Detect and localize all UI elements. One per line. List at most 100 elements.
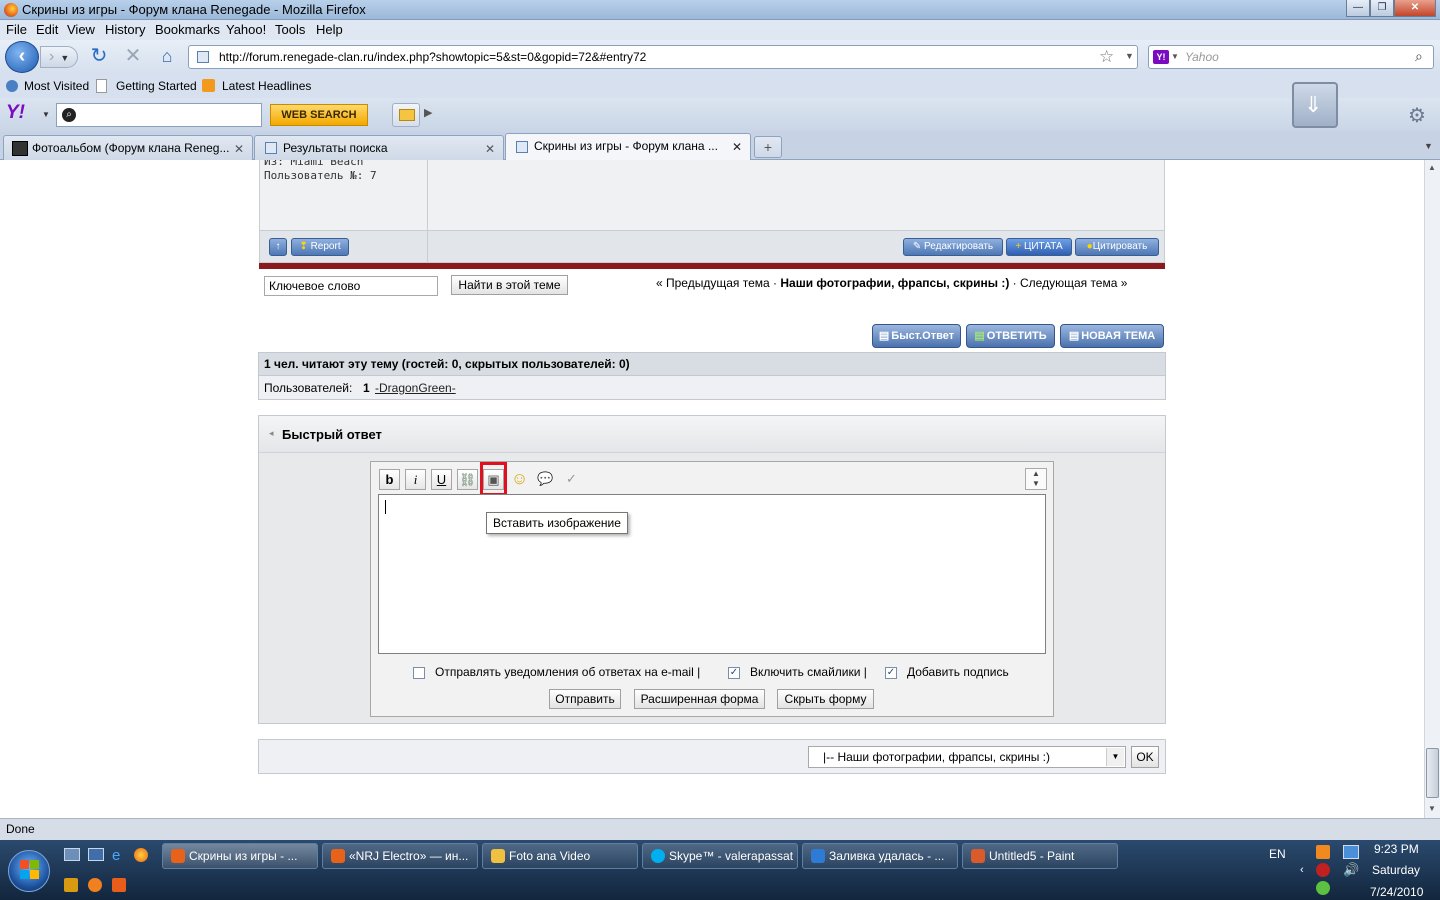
taskbar-item-firefox[interactable]: Скрины из игры - ... — [162, 843, 318, 869]
language-indicator[interactable]: EN — [1269, 847, 1286, 861]
reply-textarea[interactable] — [378, 494, 1046, 654]
select-dropdown-icon[interactable]: ▼ — [1106, 748, 1124, 766]
collapse-icon[interactable]: ◂ — [269, 428, 274, 439]
next-topic-link[interactable]: Следующая тема » — [1020, 276, 1127, 290]
resize-editor-icon[interactable]: ▲ ▼ — [1025, 468, 1047, 490]
tray-volume-icon[interactable]: 🔊 — [1343, 862, 1359, 878]
back-button[interactable]: ‹ — [5, 41, 39, 73]
settings-gear-icon[interactable]: ⚙ — [1408, 103, 1426, 128]
tray-skype-status-icon[interactable] — [1316, 881, 1330, 895]
tray-expand-icon[interactable]: ‹ — [1300, 864, 1304, 876]
edit-button[interactable]: ✎ Редактировать — [903, 238, 1003, 256]
bookmark-most-visited[interactable]: Most Visited — [24, 79, 89, 93]
underline-button[interactable]: U — [431, 469, 452, 490]
url-bar[interactable]: http://forum.renegade-clan.ru/index.php?… — [188, 45, 1138, 69]
quote-icon[interactable]: 💬 — [535, 469, 556, 490]
reader-user-link[interactable]: -DragonGreen- — [375, 381, 456, 395]
reload-icon[interactable]: ↻ — [88, 45, 110, 67]
topic-keyword-input[interactable]: Ключевое слово — [264, 276, 438, 296]
clock-time[interactable]: 9:23 PM — [1374, 842, 1419, 856]
menu-file[interactable]: File — [6, 22, 27, 37]
download-button[interactable]: ⇓ — [1292, 82, 1338, 128]
smiley-icon[interactable]: ☺ — [509, 469, 530, 490]
hide-form-button[interactable]: Скрыть форму — [777, 689, 874, 709]
taskbar-item-paint[interactable]: Untitled5 - Paint — [962, 843, 1118, 869]
bookmark-getting-started[interactable]: Getting Started — [116, 79, 197, 93]
tray-network-icon[interactable] — [1343, 845, 1359, 859]
show-desktop-icon[interactable] — [64, 848, 80, 861]
forward-button[interactable]: › ▼ — [40, 46, 78, 68]
ie-icon[interactable]: e — [112, 847, 120, 864]
report-button[interactable]: ❢ Report — [291, 238, 349, 256]
firefox-quicklaunch-icon[interactable] — [134, 848, 148, 862]
forum-jump-ok-button[interactable]: OK — [1131, 746, 1159, 768]
menu-history[interactable]: History — [105, 22, 145, 37]
engine-dropdown-icon[interactable]: ▼ — [1171, 52, 1179, 61]
send-button[interactable]: Отправить — [549, 689, 621, 709]
search-topic-button[interactable]: Найти в этой теме — [451, 275, 568, 295]
scroll-down-icon[interactable]: ▼ — [1428, 804, 1436, 813]
home-icon[interactable]: ⌂ — [156, 45, 178, 67]
menu-bookmarks[interactable]: Bookmarks — [155, 22, 220, 37]
post-top-button[interactable]: ↑ — [269, 238, 287, 256]
signature-checkbox[interactable]: ✓ — [885, 667, 897, 679]
tab-close-icon[interactable]: ✕ — [485, 142, 495, 156]
menu-edit[interactable]: Edit — [36, 22, 58, 37]
taskbar-item-foto[interactable]: Foto ana Video — [482, 843, 638, 869]
vertical-scrollbar[interactable]: ▲ ▼ — [1424, 160, 1440, 818]
stop-icon[interactable]: ✕ — [122, 45, 144, 67]
taskbar-item-upload[interactable]: Заливка удалась - ... — [802, 843, 958, 869]
start-button[interactable] — [8, 850, 50, 892]
bold-button[interactable]: b — [379, 469, 400, 490]
switch-windows-icon[interactable] — [88, 848, 104, 861]
toolbar-scroll-right-icon[interactable]: ▶ — [424, 106, 432, 119]
menu-view[interactable]: View — [67, 22, 95, 37]
menu-yahoo[interactable]: Yahoo! — [226, 22, 266, 37]
menu-help[interactable]: Help — [316, 22, 343, 37]
insert-link-button[interactable]: ⛓ — [457, 469, 478, 490]
yahoo-logo[interactable]: Y! — [6, 102, 36, 126]
yahoo-menu-icon[interactable]: ▼ — [42, 110, 50, 119]
minimize-button[interactable]: — — [1346, 0, 1370, 17]
app-quicklaunch-icon[interactable] — [88, 878, 102, 892]
tab-list-icon[interactable]: ▼ — [1424, 141, 1433, 151]
tab-photo-album[interactable]: Фотоальбом (Форум клана Reneg... ✕ — [3, 135, 253, 160]
taskbar-item-nrj[interactable]: «NRJ Electro» — ин... — [322, 843, 478, 869]
new-topic-button[interactable]: ▤ НОВАЯ ТЕМА — [1060, 324, 1164, 348]
reply-button[interactable]: ▤ ОТВЕТИТЬ — [966, 324, 1055, 348]
tray-download-icon[interactable] — [1316, 845, 1330, 859]
prev-topic-link[interactable]: « Предыдущая тема — [656, 276, 770, 290]
maximize-button[interactable]: ❐ — [1370, 0, 1394, 17]
yahoo-engine-icon[interactable]: Y! — [1153, 50, 1169, 64]
search-icon[interactable]: ⌕ — [1415, 48, 1423, 65]
taskbar-item-skype[interactable]: Skype™ - valerapassat — [642, 843, 798, 869]
search-bar[interactable]: Y! ▼ Yahoo ⌕ — [1148, 45, 1434, 69]
yahoo-mail-button[interactable] — [392, 103, 420, 127]
web-search-button[interactable]: WEB SEARCH — [270, 104, 368, 126]
clock-day[interactable]: Saturday — [1372, 863, 1420, 877]
forum-jump-select[interactable]: |-- Наши фотографии, фрапсы, скрины :) ▼ — [808, 746, 1126, 768]
bookmark-latest-headlines[interactable]: Latest Headlines — [222, 79, 311, 93]
menu-tools[interactable]: Tools — [275, 22, 305, 37]
downloader-icon[interactable] — [112, 878, 126, 892]
clock-date[interactable]: 7/24/2010 — [1370, 885, 1423, 899]
email-notify-checkbox[interactable] — [413, 667, 425, 679]
new-tab-button[interactable]: + — [754, 136, 782, 158]
bookmark-star-icon[interactable]: ☆ — [1099, 47, 1114, 67]
close-button[interactable]: ✕ — [1394, 0, 1436, 17]
quote-button[interactable]: ●Цитировать — [1075, 238, 1159, 256]
tray-antivirus-icon[interactable] — [1316, 863, 1330, 877]
scroll-up-icon[interactable]: ▲ — [1428, 163, 1436, 172]
italic-button[interactable]: i — [405, 469, 426, 490]
smilies-checkbox[interactable]: ✓ — [728, 667, 740, 679]
multiquote-button[interactable]: + ЦИТАТА — [1006, 238, 1072, 256]
tab-close-icon[interactable]: ✕ — [234, 142, 244, 156]
tab-screenshots[interactable]: Скрины из игры - Форум клана ... ✕ — [505, 133, 751, 160]
url-dropdown-icon[interactable]: ▼ — [1125, 51, 1134, 61]
tab-search-results[interactable]: Результаты поиска ✕ — [254, 135, 504, 160]
yahoo-search-input[interactable]: ⌕ — [56, 103, 262, 127]
scroll-thumb[interactable] — [1426, 748, 1439, 798]
tab-close-icon[interactable]: ✕ — [732, 140, 742, 154]
spellcheck-icon[interactable]: ✓ — [561, 469, 582, 490]
advanced-form-button[interactable]: Расширенная форма — [634, 689, 765, 709]
